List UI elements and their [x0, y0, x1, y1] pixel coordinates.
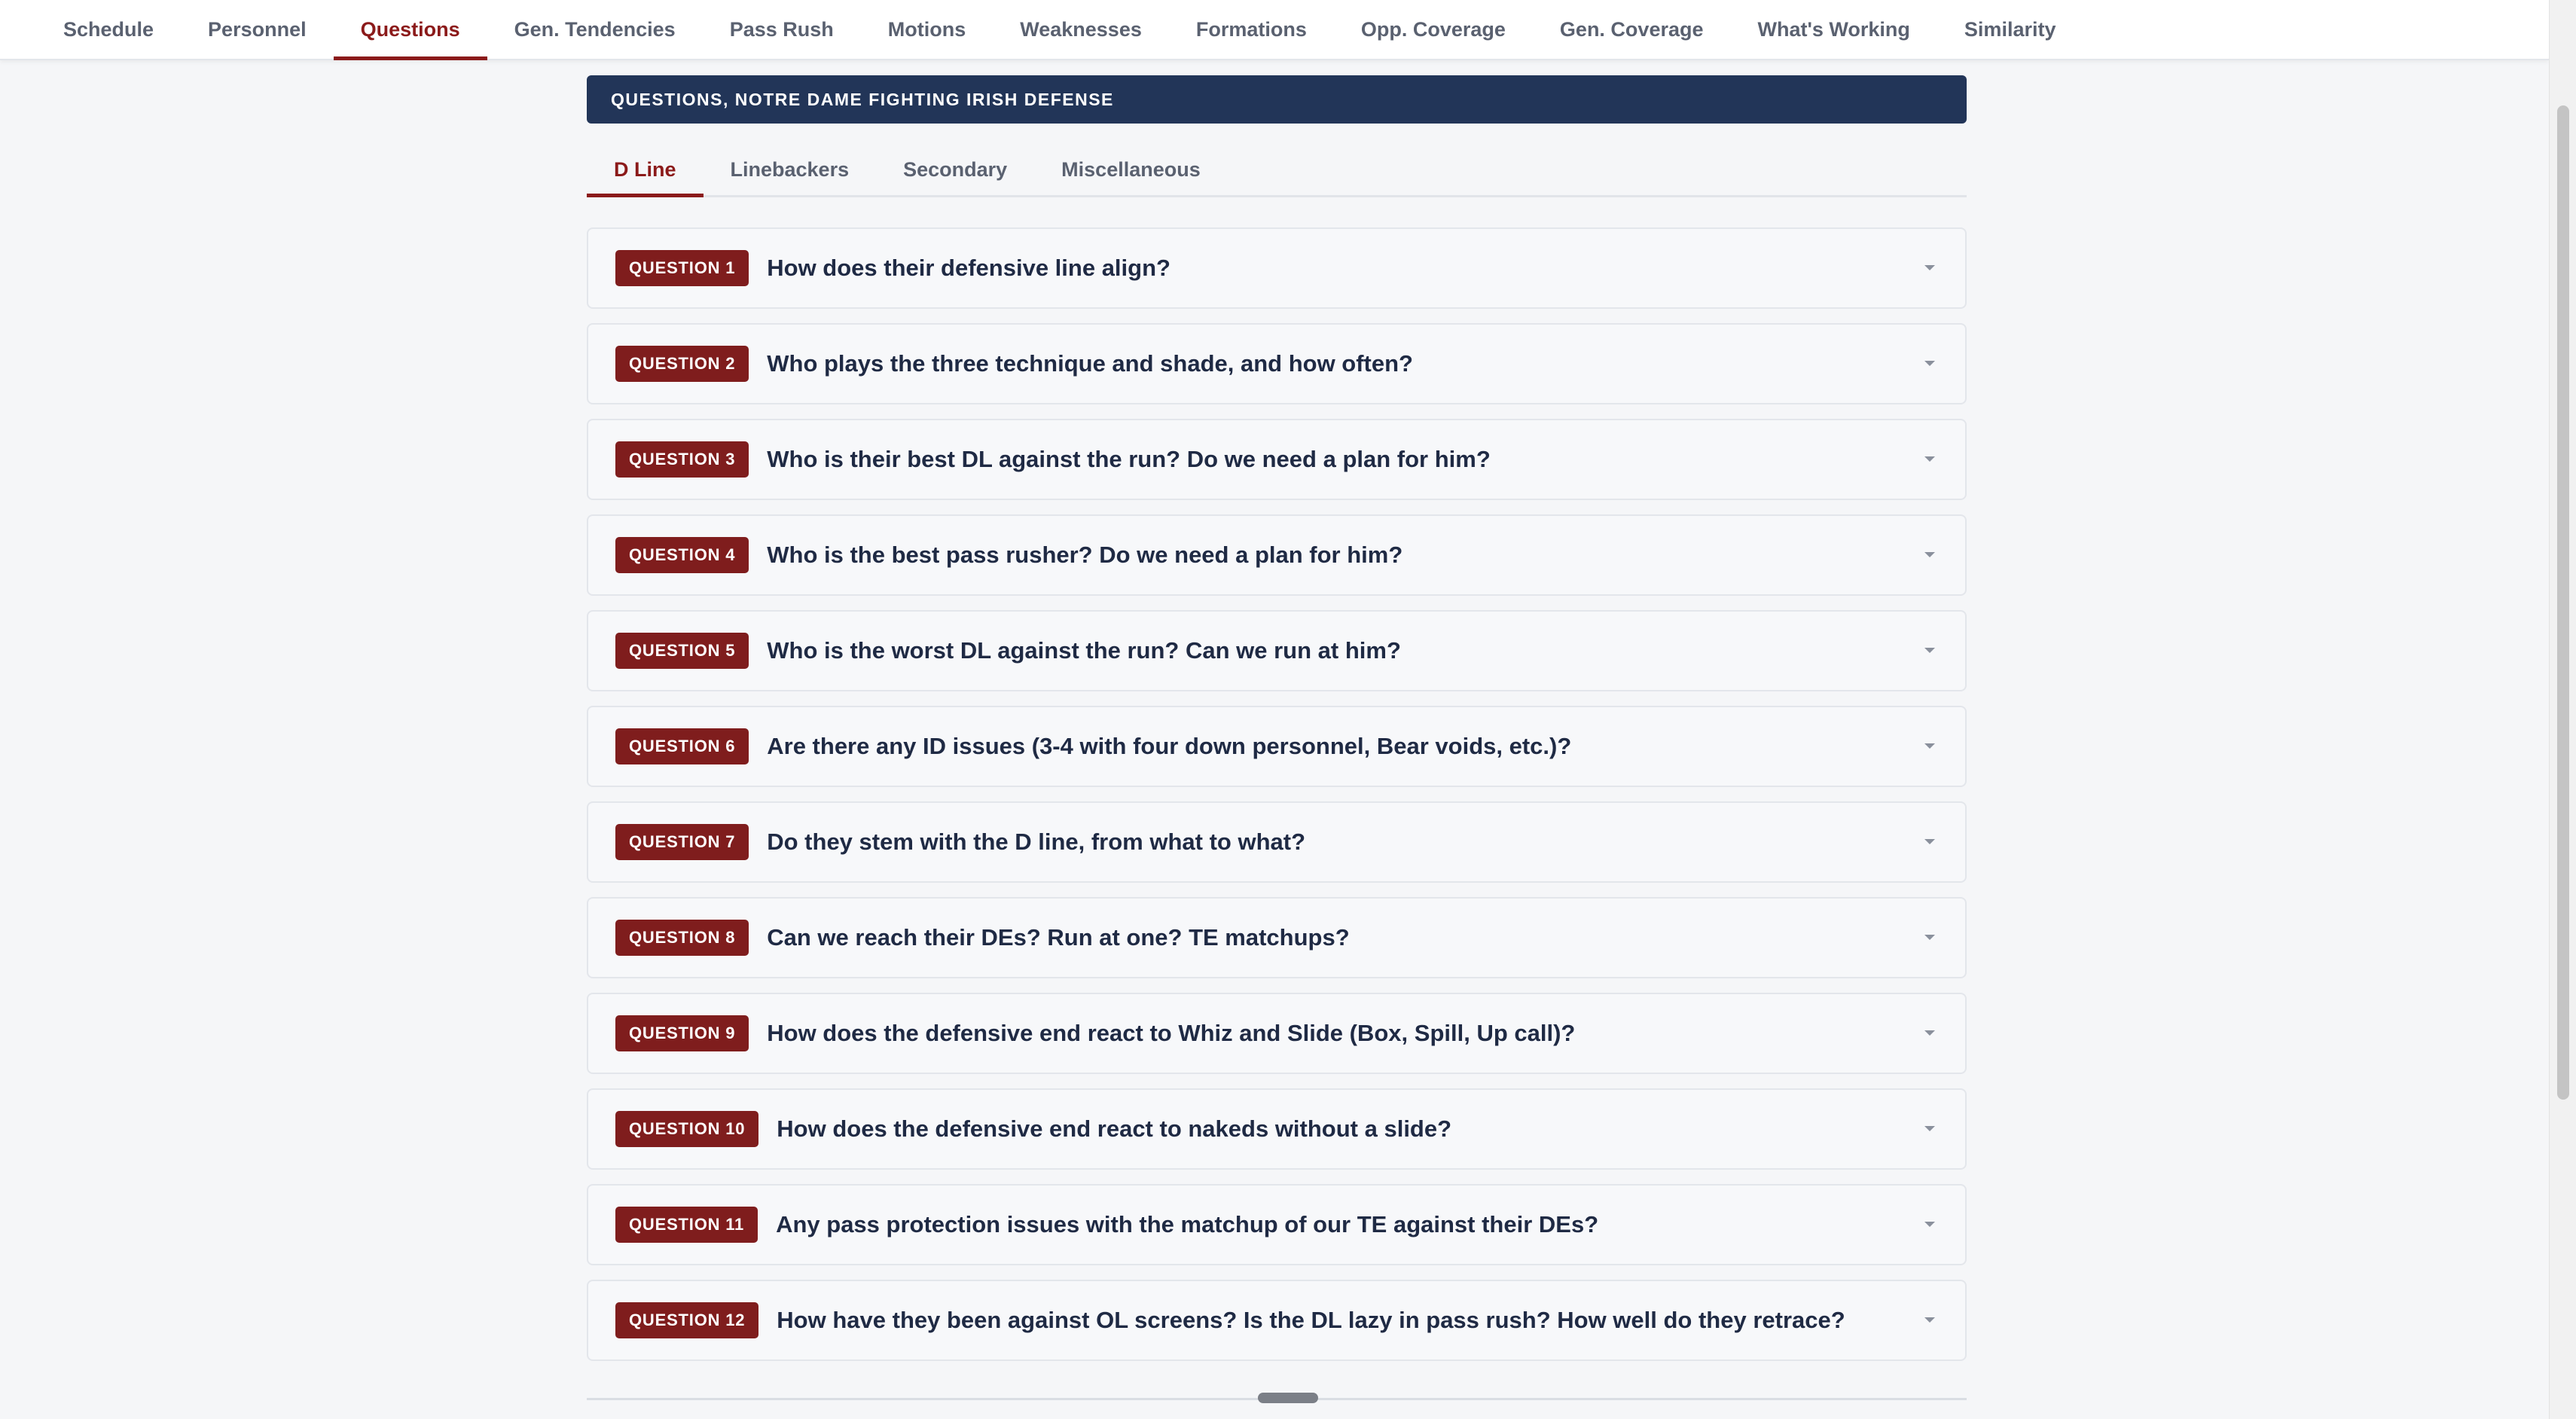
chevron-down-icon[interactable] — [1918, 831, 1941, 853]
question-text: How does the defensive end react to nake… — [777, 1115, 1452, 1142]
nav-item-motions[interactable]: Motions — [861, 0, 993, 59]
question-list: QUESTION 1 How does their defensive line … — [587, 227, 1967, 1361]
chevron-down-icon[interactable] — [1918, 1118, 1941, 1140]
chevron-down-icon[interactable] — [1918, 352, 1941, 375]
nav-item-opp-coverage[interactable]: Opp. Coverage — [1334, 0, 1533, 59]
chevron-down-icon[interactable] — [1918, 926, 1941, 949]
top-navigation: Schedule Personnel Questions Gen. Tendencie… — [0, 0, 2549, 60]
question-badge: QUESTION 6 — [615, 728, 749, 764]
chevron-down-icon[interactable] — [1918, 448, 1941, 471]
scrollbar-thumb[interactable] — [2557, 105, 2569, 1100]
nav-item-formations[interactable]: Formations — [1169, 0, 1334, 59]
question-text: Are there any ID issues (3-4 with four d… — [767, 733, 1572, 759]
nav-item-schedule[interactable]: Schedule — [36, 0, 181, 59]
question-text: Who is the best pass rusher? Do we need … — [767, 542, 1403, 568]
question-text: How have they been against OL screens? I… — [777, 1307, 1845, 1333]
section-header: QUESTIONS, NOTRE DAME FIGHTING IRISH DEF… — [587, 75, 1967, 124]
chevron-down-icon[interactable] — [1918, 544, 1941, 566]
question-text: Do they stem with the D line, from what … — [767, 829, 1306, 855]
question-badge: QUESTION 10 — [615, 1111, 759, 1147]
chevron-down-icon[interactable] — [1918, 735, 1941, 758]
question-badge: QUESTION 8 — [615, 920, 749, 956]
nav-item-gen-coverage[interactable]: Gen. Coverage — [1533, 0, 1731, 59]
nav-item-pass-rush[interactable]: Pass Rush — [703, 0, 861, 59]
nav-item-similarity[interactable]: Similarity — [1937, 0, 2083, 59]
question-item[interactable]: QUESTION 3 Who is their best DL against t… — [587, 419, 1967, 500]
chevron-down-icon[interactable] — [1918, 1022, 1941, 1045]
resize-handle[interactable] — [1258, 1393, 1318, 1403]
question-badge: QUESTION 2 — [615, 346, 749, 382]
section-title: QUESTIONS, NOTRE DAME FIGHTING IRISH DEF… — [611, 89, 1114, 109]
question-item[interactable]: QUESTION 1 How does their defensive line … — [587, 227, 1967, 309]
question-text: How does their defensive line align? — [767, 255, 1170, 281]
question-text: How does the defensive end react to Whiz… — [767, 1020, 1576, 1046]
question-text: Who is their best DL against the run? Do… — [767, 446, 1491, 472]
nav-item-personnel[interactable]: Personnel — [181, 0, 334, 59]
question-badge: QUESTION 9 — [615, 1015, 749, 1051]
question-item[interactable]: QUESTION 6 Are there any ID issues (3-4 w… — [587, 706, 1967, 787]
chevron-down-icon[interactable] — [1918, 1213, 1941, 1236]
nav-item-gen-tendencies[interactable]: Gen. Tendencies — [487, 0, 703, 59]
question-item[interactable]: QUESTION 12 How have they been against OL… — [587, 1280, 1967, 1361]
question-text: Any pass protection issues with the matc… — [776, 1211, 1599, 1237]
question-text: Can we reach their DEs? Run at one? TE m… — [767, 924, 1350, 951]
vertical-scrollbar[interactable] — [2549, 0, 2576, 1419]
question-badge: QUESTION 12 — [615, 1302, 759, 1338]
question-badge: QUESTION 5 — [615, 633, 749, 669]
question-item[interactable]: QUESTION 5 Who is the worst DL against th… — [587, 610, 1967, 691]
nav-item-questions[interactable]: Questions — [333, 0, 487, 60]
question-item[interactable]: QUESTION 9 How does the defensive end rea… — [587, 993, 1967, 1074]
question-badge: QUESTION 11 — [615, 1207, 758, 1243]
position-tabs: D Line Linebackers Secondary Miscellaneous — [587, 151, 1967, 197]
page: Schedule Personnel Questions Gen. Tendencie… — [0, 0, 2576, 1419]
question-item[interactable]: QUESTION 8 Can we reach their DEs? Run at… — [587, 897, 1967, 978]
question-item[interactable]: QUESTION 11 Any pass protection issues wi… — [587, 1184, 1967, 1265]
question-badge: QUESTION 1 — [615, 250, 749, 286]
question-item[interactable]: QUESTION 7 Do they stem with the D line, … — [587, 801, 1967, 883]
main-content: QUESTIONS, NOTRE DAME FIGHTING IRISH DEF… — [587, 75, 1967, 1375]
tab-miscellaneous[interactable]: Miscellaneous — [1034, 158, 1228, 195]
question-text: Who plays the three technique and shade,… — [767, 350, 1413, 377]
chevron-down-icon[interactable] — [1918, 257, 1941, 279]
tab-d-line[interactable]: D Line — [587, 158, 704, 197]
question-badge: QUESTION 7 — [615, 824, 749, 860]
question-item[interactable]: QUESTION 10 How does the defensive end re… — [587, 1088, 1967, 1170]
question-item[interactable]: QUESTION 2 Who plays the three technique … — [587, 323, 1967, 404]
nav-item-what-s-working[interactable]: What's Working — [1731, 0, 1937, 59]
tab-linebackers[interactable]: Linebackers — [704, 158, 877, 195]
chevron-down-icon[interactable] — [1918, 1309, 1941, 1332]
question-badge: QUESTION 3 — [615, 441, 749, 478]
chevron-down-icon[interactable] — [1918, 639, 1941, 662]
tab-secondary[interactable]: Secondary — [876, 158, 1034, 195]
question-text: Who is the worst DL against the run? Can… — [767, 637, 1401, 664]
question-badge: QUESTION 4 — [615, 537, 749, 573]
question-item[interactable]: QUESTION 4 Who is the best pass rusher? D… — [587, 514, 1967, 596]
nav-item-weaknesses[interactable]: Weaknesses — [993, 0, 1169, 59]
